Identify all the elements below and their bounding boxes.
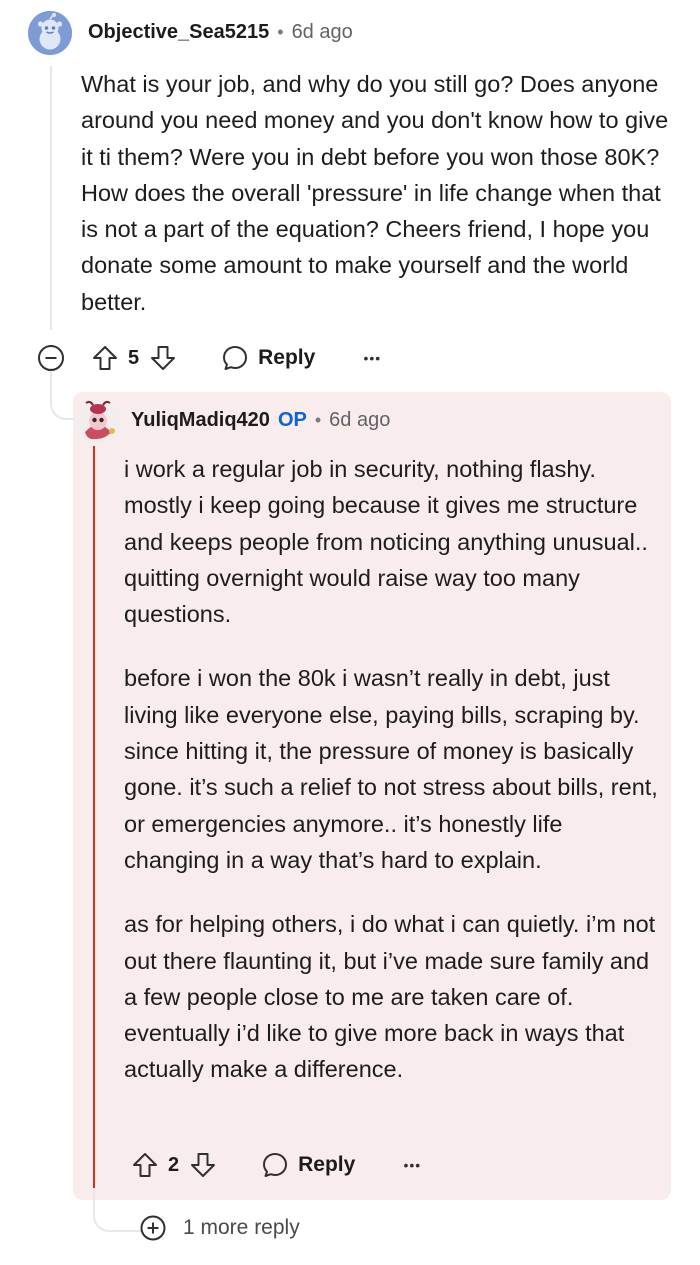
minus-circle-icon — [38, 345, 64, 371]
comment-author[interactable]: Objective_Sea5215 — [88, 21, 269, 44]
comment-timestamp: 6d ago — [291, 20, 353, 43]
op-badge: OP — [277, 408, 307, 431]
reply-timestamp: 6d ago — [329, 408, 391, 431]
collapse-thread-button[interactable] — [36, 343, 66, 373]
downvote-arrow-icon — [191, 1153, 216, 1177]
comment-body: What is your job, and why do you still g… — [81, 66, 673, 320]
reply-upvote-button[interactable] — [130, 1150, 160, 1180]
comment-actions: 5 Reply ••• — [36, 338, 387, 378]
more-replies-button[interactable]: 1 more reply — [139, 1214, 300, 1242]
comment-meta: Objective_Sea5215 • 6d ago — [88, 18, 353, 46]
reply-highlight-bar — [93, 446, 95, 1200]
commenter-avatar[interactable] — [28, 11, 72, 55]
meta-separator: • — [314, 409, 322, 430]
more-replies-connector — [93, 1188, 141, 1232]
reply-button[interactable]: Reply — [220, 343, 315, 373]
more-options-icon: ••• — [403, 1157, 422, 1173]
reply-paragraph: i work a regular job in security, nothin… — [124, 456, 648, 628]
comment-text: What is your job, and why do you still g… — [81, 71, 669, 315]
reply-paragraph: before i won the 80k i wasn’t really in … — [124, 665, 658, 873]
reply-author[interactable]: YuliqMadiq420 — [131, 409, 270, 432]
reply-downvote-button[interactable] — [188, 1150, 218, 1180]
downvote-button[interactable] — [148, 343, 178, 373]
reply-label: Reply — [298, 1153, 356, 1176]
downvote-arrow-icon — [151, 346, 176, 370]
upvote-arrow-icon — [93, 346, 117, 370]
plus-circle-icon — [139, 1214, 167, 1242]
cartoon-avatar-icon — [75, 398, 121, 444]
reply-paragraph: as for helping others, i do what i can q… — [124, 911, 656, 1083]
more-options-icon: ••• — [363, 350, 382, 366]
thread-line — [50, 66, 52, 330]
speech-bubble-icon — [260, 1150, 290, 1180]
reddit-snoo-avatar-icon — [28, 11, 72, 55]
more-options-button[interactable]: ••• — [357, 343, 387, 373]
reply-vote-count: 2 — [168, 1153, 180, 1176]
meta-separator: • — [277, 21, 284, 42]
reply-reply-button[interactable]: Reply — [260, 1150, 355, 1180]
reply-label: Reply — [258, 346, 316, 369]
reply-more-options-button[interactable]: ••• — [397, 1150, 427, 1180]
reply-body: i work a regular job in security, nothin… — [124, 451, 664, 1088]
more-replies-label: 1 more reply — [183, 1216, 300, 1239]
reply-actions: 2 Reply ••• — [130, 1145, 427, 1185]
upvote-button[interactable] — [90, 343, 120, 373]
upvote-arrow-icon — [133, 1153, 157, 1177]
reply-meta: YuliqMadiq420 OP • 6d ago — [131, 406, 390, 434]
speech-bubble-icon — [220, 343, 250, 373]
vote-count: 5 — [128, 346, 140, 369]
reply-avatar[interactable] — [75, 398, 121, 444]
